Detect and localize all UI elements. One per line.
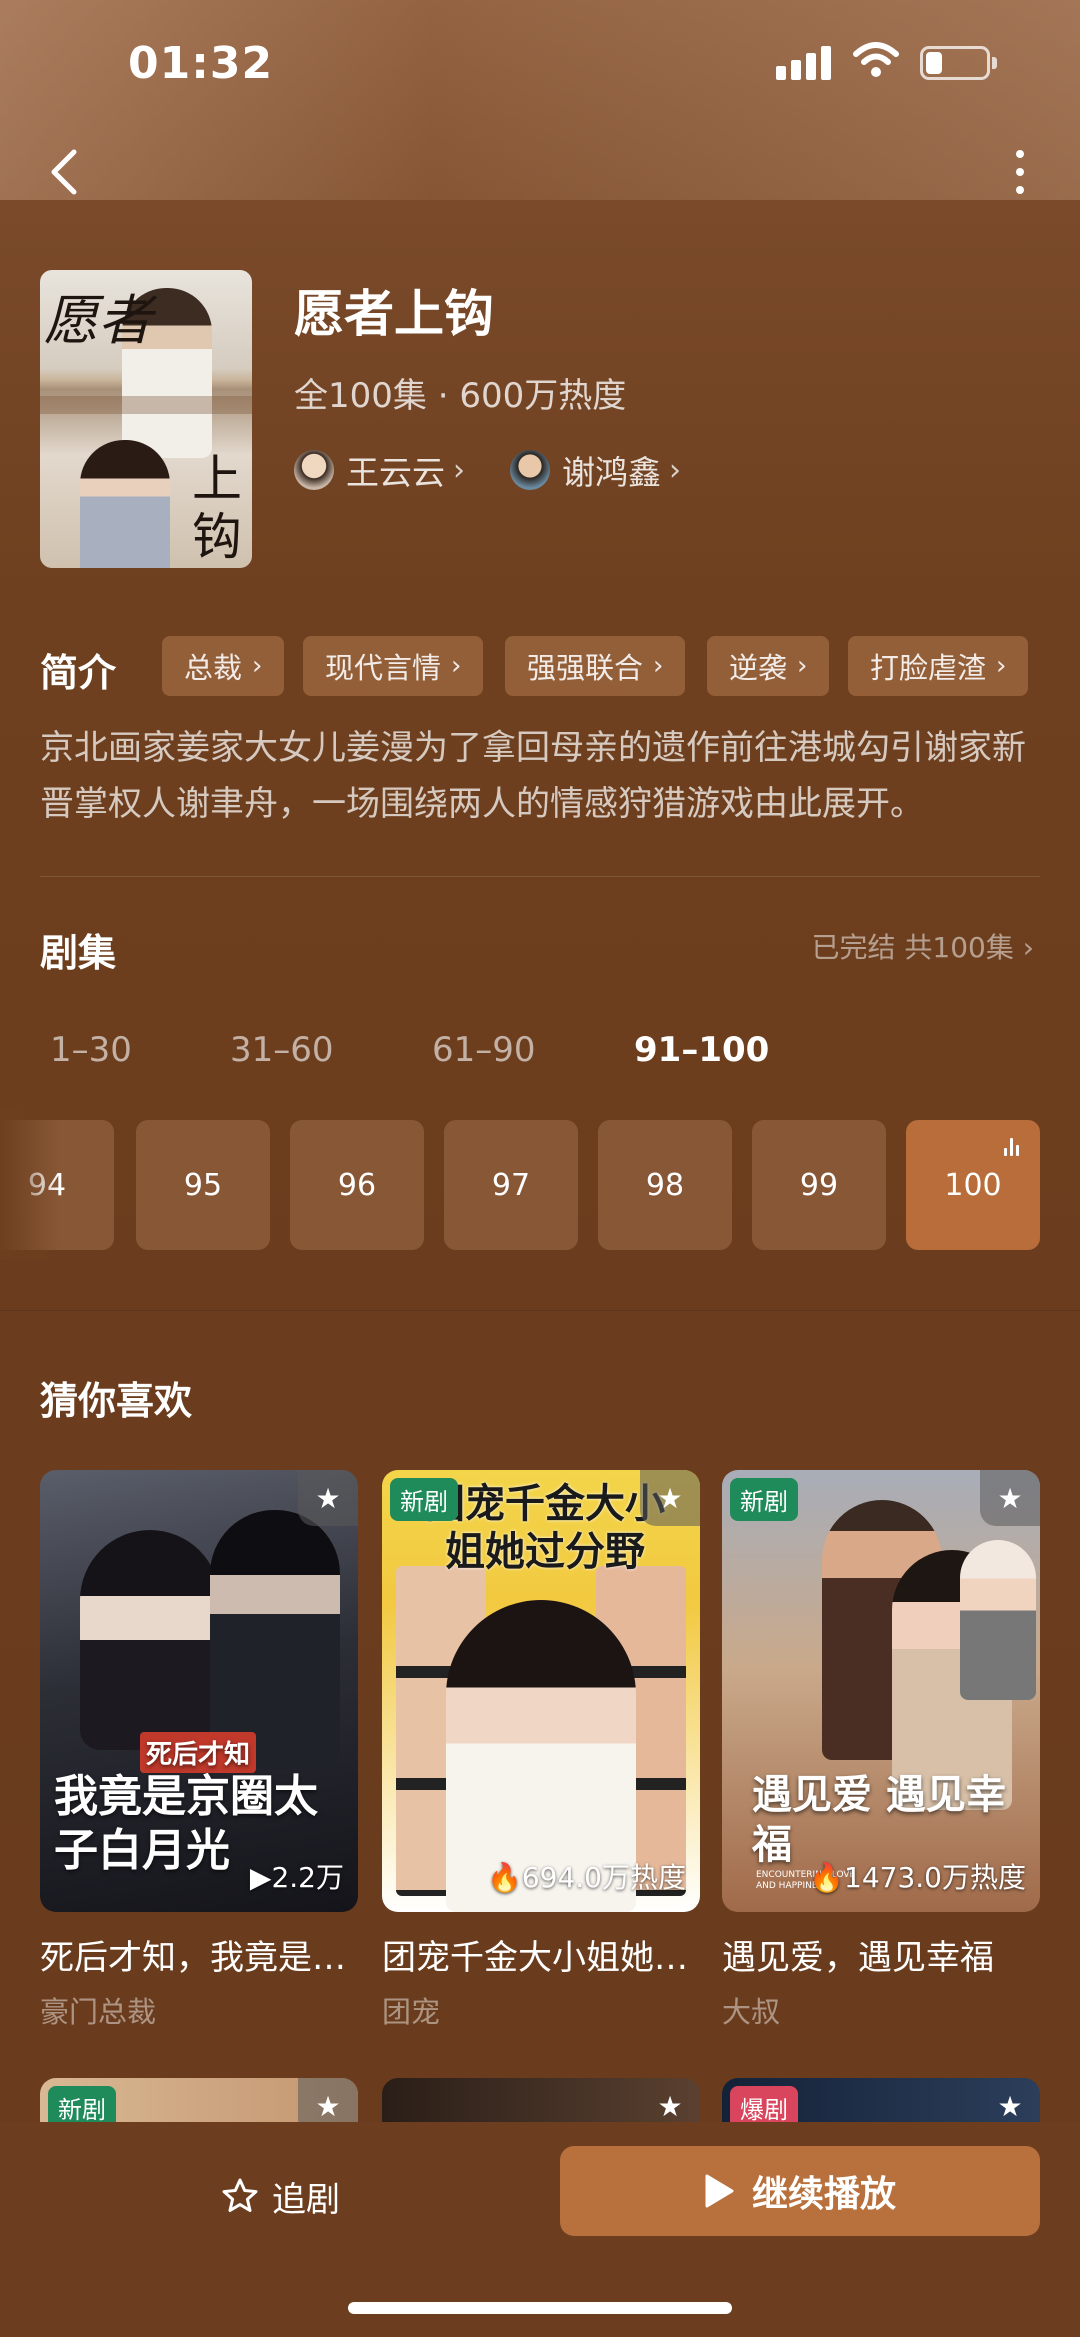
card-genre: 团宠 xyxy=(382,1995,441,2029)
card-cover: 团宠千金大小姐她过分野 新剧 ★ 🔥694.0万热度 xyxy=(382,1470,700,1912)
recommend-card[interactable]: 死后才知 我竟是京圈太子白月光 ★ ▶2.2万 死后才知，我竟是… 豪门总裁 xyxy=(40,1470,358,2031)
chevron-right-icon: › xyxy=(996,651,1007,681)
drama-poster: 愿者 上钩 xyxy=(40,270,252,568)
drama-meta: 全100集 · 600万热度 xyxy=(294,376,627,416)
episode-button[interactable]: 99 xyxy=(752,1120,886,1250)
actor-link[interactable]: 王云云 › xyxy=(294,445,465,495)
episode-button[interactable]: 96 xyxy=(290,1120,424,1250)
continue-play-label: 继续播放 xyxy=(751,2174,896,2215)
star-icon[interactable]: ★ xyxy=(298,1470,358,1526)
chevron-right-icon: › xyxy=(451,651,462,681)
avatar xyxy=(510,450,550,490)
tag-chip[interactable]: 逆袭 › xyxy=(707,636,830,696)
playing-bars-icon xyxy=(1004,1138,1024,1156)
cover-subtitle: 死后才知 xyxy=(140,1732,257,1773)
tag-chip[interactable]: 总裁 › xyxy=(162,636,285,696)
poster-figure xyxy=(80,440,170,568)
status-bar: 01:32 xyxy=(0,0,1080,130)
home-indicator xyxy=(348,2302,732,2314)
episode-button[interactable]: 97 xyxy=(444,1120,578,1250)
wifi-icon xyxy=(853,42,899,77)
episode-button[interactable]: 98 xyxy=(598,1120,732,1250)
follow-label: 追剧 xyxy=(272,2179,340,2220)
actor-name: 谢鸿鑫 xyxy=(562,453,661,492)
new-badge: 新剧 xyxy=(730,1478,798,1521)
card-title: 死后才知，我竟是… xyxy=(40,1938,346,1978)
play-icon xyxy=(705,2174,734,2208)
card-title: 遇见爱，遇见幸福 xyxy=(722,1938,994,1978)
card-genre: 大叔 xyxy=(722,1995,781,2029)
chevron-right-icon: › xyxy=(252,651,263,681)
divider xyxy=(40,876,1040,877)
poster-title-text: 上钩 xyxy=(192,450,242,566)
heat-count: 🔥694.0万热度 xyxy=(486,1861,686,1894)
chevron-right-icon: › xyxy=(669,452,681,488)
follow-button[interactable]: 追剧 xyxy=(220,2166,340,2226)
avatar xyxy=(294,450,334,490)
tag-chip[interactable]: 打脸虐渣 › xyxy=(848,636,1029,696)
episodes-label: 剧集 xyxy=(40,931,117,975)
poster-title-text: 愿者 xyxy=(44,289,152,352)
card-genre: 豪门总裁 xyxy=(40,1995,157,2029)
signal-icon xyxy=(776,44,832,80)
synopsis-label: 简介 xyxy=(40,651,117,695)
back-icon[interactable] xyxy=(40,142,90,202)
drama-title: 愿者上钩 xyxy=(294,285,494,343)
heat-count: 🔥1473.0万热度 xyxy=(809,1861,1026,1894)
tag-chip[interactable]: 现代言情 › xyxy=(303,636,484,696)
battery-icon xyxy=(920,46,997,80)
recommend-card[interactable]: 遇见爱 遇见幸福 ENCOUNTERING LOVE AND HAPPINESS… xyxy=(722,1470,1040,2031)
star-icon[interactable]: ★ xyxy=(980,1470,1040,1526)
actor-name: 王云云 xyxy=(346,453,445,492)
tab-range[interactable]: 1–30 xyxy=(50,1030,132,1070)
new-badge: 新剧 xyxy=(390,1478,458,1521)
episodes-status-link[interactable]: 已完结 共100集 › xyxy=(812,926,1034,966)
recommend-label: 猜你喜欢 xyxy=(40,1379,193,1423)
tag-chip[interactable]: 强强联合 › xyxy=(505,636,686,696)
actor-link[interactable]: 谢鸿鑫 › xyxy=(510,445,681,495)
tab-range[interactable]: 61–90 xyxy=(432,1030,536,1070)
chevron-right-icon: › xyxy=(453,452,465,488)
chevron-right-icon: › xyxy=(797,651,808,681)
card-title: 团宠千金大小姐她… xyxy=(382,1938,688,1978)
tab-range[interactable]: 31–60 xyxy=(230,1030,334,1070)
card-cover: 遇见爱 遇见幸福 ENCOUNTERING LOVE AND HAPPINESS… xyxy=(722,1470,1040,1912)
chevron-right-icon: › xyxy=(653,651,664,681)
flame-icon: 🔥 xyxy=(486,1861,522,1894)
more-icon[interactable] xyxy=(1000,142,1040,202)
cover-title-text: 遇见爱 遇见幸福 xyxy=(752,1771,1006,1868)
star-outline-icon xyxy=(222,2178,258,2212)
synopsis-text: 京北画家姜家大女儿姜漫为了拿回母亲的遗作前往港城勾引谢家新晋掌权人谢聿舟，一场围… xyxy=(40,728,1026,824)
flame-icon: 🔥 xyxy=(809,1861,845,1894)
continue-play-button[interactable]: 继续播放 xyxy=(560,2146,1040,2236)
chevron-right-icon: › xyxy=(1022,931,1034,964)
card-cover: 死后才知 我竟是京圈太子白月光 ★ ▶2.2万 xyxy=(40,1470,358,1912)
play-count: ▶2.2万 xyxy=(249,1861,344,1894)
star-icon[interactable]: ★ xyxy=(640,1470,700,1526)
drama-detail-page: 01:32 愿者 上钩 愿者上钩 全100集 · 600万热度 王云云 › 谢鸿… xyxy=(0,0,1080,2337)
recommend-card[interactable]: 团宠千金大小姐她过分野 新剧 ★ 🔥694.0万热度 团宠千金大小姐她… 团宠 xyxy=(382,1470,700,2031)
status-time: 01:32 xyxy=(128,38,274,89)
tab-range-active[interactable]: 91–100 xyxy=(634,1030,769,1070)
episode-button[interactable]: 95 xyxy=(136,1120,270,1250)
